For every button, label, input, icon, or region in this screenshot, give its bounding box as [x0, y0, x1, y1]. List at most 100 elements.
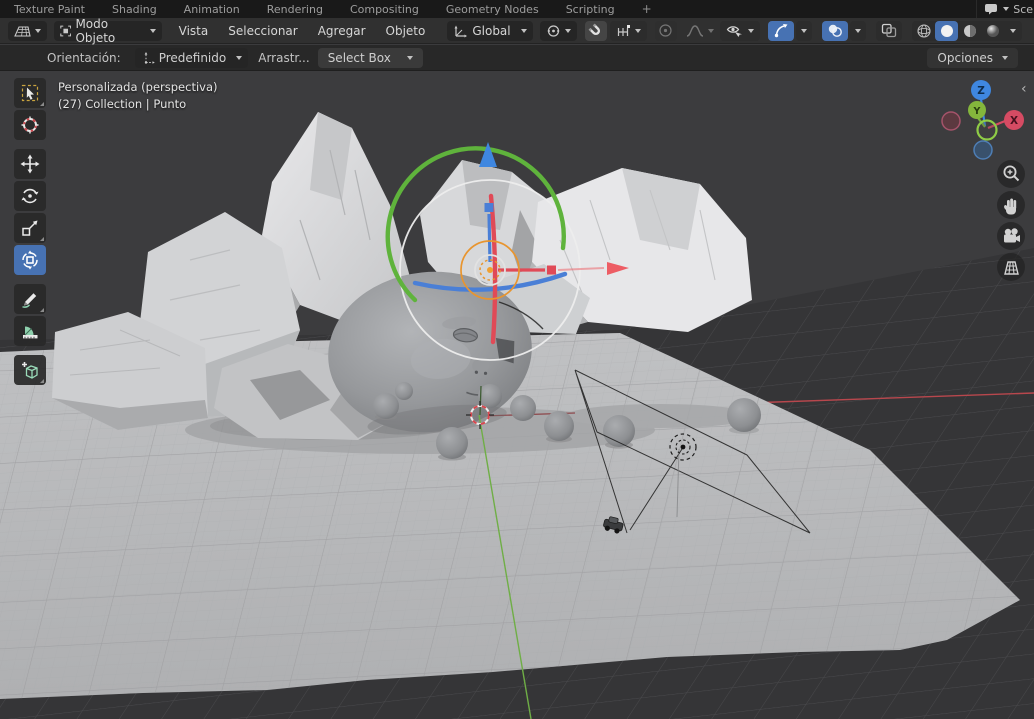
toggle-ortho-button[interactable]	[997, 253, 1025, 281]
material-sphere-icon	[962, 23, 978, 39]
xray-icon	[881, 23, 897, 38]
proportional-editing-toggle[interactable]	[655, 21, 677, 41]
show-gizmo-toggle[interactable]	[768, 21, 794, 41]
add-workspace-button[interactable]: +	[642, 2, 652, 16]
sphere[interactable]	[478, 384, 502, 408]
chevron-down-icon	[521, 29, 527, 33]
solid-sphere-icon	[939, 23, 955, 39]
add-cube-tool[interactable]	[14, 355, 46, 385]
tab-animation[interactable]: Animation	[184, 3, 240, 16]
region-collapse-arrow[interactable]: ‹	[1021, 82, 1027, 96]
3d-cursor-icon	[20, 115, 40, 135]
show-overlays-toggle[interactable]	[822, 21, 848, 41]
pan-button[interactable]	[997, 191, 1025, 219]
menu-agregar[interactable]: Agregar	[308, 24, 376, 38]
drag-label: Arrastr...	[258, 51, 309, 65]
viewport-header: Modo Objeto Vista Seleccionar Agregar Ob…	[0, 18, 1034, 44]
scale-tool[interactable]	[14, 213, 46, 243]
xray-toggle[interactable]	[876, 21, 902, 41]
select-box-tool[interactable]	[14, 78, 46, 108]
tab-geometry-nodes[interactable]: Geometry Nodes	[446, 3, 539, 16]
move-x-handle[interactable]	[547, 266, 556, 275]
chevron-down-icon	[236, 56, 242, 60]
tab-shading[interactable]: Shading	[112, 3, 157, 16]
object-mode-icon	[60, 24, 71, 38]
3d-viewport[interactable]: Personalizada (perspectiva) (27) Collect…	[0, 71, 1034, 719]
snap-increment-icon	[616, 24, 631, 38]
transform-tool[interactable]	[14, 245, 46, 275]
tab-rendering[interactable]: Rendering	[267, 3, 323, 16]
tab-scripting[interactable]: Scripting	[566, 3, 615, 16]
menu-objeto[interactable]: Objeto	[376, 24, 436, 38]
y-axis-label: Y	[973, 106, 981, 117]
snap-toggle[interactable]	[585, 21, 607, 41]
rotate-icon	[20, 186, 40, 206]
chevron-down-icon	[801, 29, 807, 33]
wireframe-shading-button[interactable]	[912, 21, 935, 41]
preset-label: Predefinido	[159, 51, 227, 65]
rendered-sphere-icon	[985, 23, 1001, 39]
hand-icon	[1000, 194, 1022, 216]
transform-orientation-dropdown[interactable]: Global	[447, 21, 532, 41]
annotate-tool[interactable]	[14, 284, 46, 314]
cursor-tool[interactable]	[14, 110, 46, 140]
menu-seleccionar[interactable]: Seleccionar	[218, 24, 307, 38]
orientation-axes-icon	[453, 24, 468, 38]
3d-viewport-icon	[14, 24, 31, 38]
sphere[interactable]	[727, 398, 761, 432]
drag-mode-label: Select Box	[328, 51, 391, 65]
solid-shading-button[interactable]	[935, 21, 958, 41]
scene-icon	[985, 3, 999, 15]
toolbar	[14, 78, 46, 385]
shading-dropdown[interactable]	[1004, 21, 1022, 41]
move-tool[interactable]	[14, 149, 46, 179]
axis-ball-neg-y[interactable]	[978, 121, 997, 140]
sphere[interactable]	[395, 382, 413, 400]
chevron-down-icon	[1010, 29, 1016, 33]
overlays-dropdown[interactable]	[850, 21, 866, 41]
axis-gizmo: Z Y X	[936, 78, 1032, 164]
add-cube-icon	[20, 360, 40, 380]
options-label: Opciones	[937, 51, 993, 65]
chevron-down-icon	[150, 29, 156, 33]
chevron-down-icon	[635, 29, 641, 33]
zoom-button[interactable]	[997, 160, 1025, 188]
axis-ball-neg-x[interactable]	[942, 112, 960, 130]
sphere[interactable]	[510, 395, 536, 421]
material-preview-button[interactable]	[958, 21, 981, 41]
gizmo-dropdown[interactable]	[796, 21, 812, 41]
mode-selector[interactable]: Modo Objeto	[54, 21, 162, 41]
snap-with-dropdown[interactable]	[610, 21, 647, 41]
pivot-point-dropdown[interactable]	[540, 21, 577, 41]
orientation-preset-dropdown[interactable]: Predefinido	[135, 48, 249, 68]
mode-label: Modo Objeto	[75, 17, 137, 45]
selectability-visibility-dropdown[interactable]	[720, 21, 760, 41]
preset-axes-icon	[141, 51, 155, 65]
origin-point	[487, 267, 493, 273]
options-dropdown[interactable]: Opciones	[927, 48, 1018, 68]
chevron-down-icon	[748, 29, 754, 33]
chevron-down-icon	[855, 29, 861, 33]
rotate-tool[interactable]	[14, 181, 46, 211]
editor-type-button[interactable]	[8, 21, 47, 41]
camera-view-button[interactable]	[997, 222, 1025, 250]
measure-tool[interactable]	[14, 316, 46, 346]
scene-selector[interactable]: Scen	[976, 0, 1034, 18]
scene-name: Scen	[1013, 3, 1034, 16]
falloff-dropdown[interactable]	[680, 21, 720, 41]
annotate-pencil-icon	[20, 289, 40, 309]
navigation-gizmo[interactable]: Z Y X	[936, 78, 1032, 164]
move-z-handle[interactable]	[485, 203, 494, 212]
rendered-shading-button[interactable]	[981, 21, 1004, 41]
tab-compositing[interactable]: Compositing	[350, 3, 419, 16]
camera-icon	[1000, 225, 1022, 247]
sphere[interactable]	[436, 427, 468, 459]
drag-mode-dropdown[interactable]: Select Box	[318, 48, 423, 68]
axis-ball-neg-z[interactable]	[974, 141, 992, 159]
viewport-scene	[0, 71, 1034, 719]
sphere[interactable]	[544, 411, 574, 441]
tab-texture-paint[interactable]: Texture Paint	[14, 3, 85, 16]
orientation-label: Global	[472, 24, 510, 38]
menu-vista[interactable]: Vista	[169, 24, 219, 38]
sphere[interactable]	[373, 393, 399, 419]
